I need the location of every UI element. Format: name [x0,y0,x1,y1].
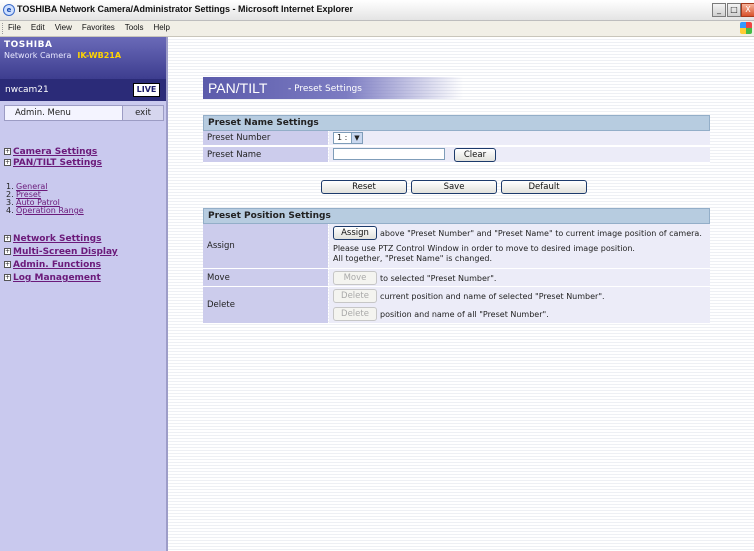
preset-number-row: Preset Number 1 : ▼ [203,131,710,146]
maximize-button[interactable]: □ [727,3,741,17]
menu-bar: File Edit View Favorites Tools Help [0,21,754,37]
submenu-number: 4. [6,206,14,215]
chevron-down-icon[interactable]: ▼ [351,133,362,143]
assign-row: Assign Assign above "Preset Number" and … [203,224,710,269]
exit-button[interactable]: exit [122,106,163,120]
windows-logo-icon [740,22,752,34]
nav-multi-screen-label[interactable]: Multi-Screen Display [13,247,118,257]
assign-description: above "Preset Number" and "Preset Name" … [380,229,702,238]
delete-current-button[interactable]: Delete [333,289,377,303]
brand-logo: TOSHIBA [4,40,53,50]
menu-edit[interactable]: Edit [31,23,45,32]
minimize-button[interactable]: _ [712,3,726,17]
nav-log-management[interactable]: + Log Management [4,273,101,283]
page-title-sub: - Preset Settings [288,84,362,94]
nav-network-settings[interactable]: + Network Settings [4,234,101,244]
admin-menu-label: Admin. Menu [15,108,71,118]
expand-icon: + [4,248,11,255]
nav-camera-settings[interactable]: + Camera Settings [4,147,97,157]
assign-cell: Assign above "Preset Number" and "Preset… [329,224,710,268]
nav-camera-settings-label[interactable]: Camera Settings [13,147,97,157]
menu-file[interactable]: File [8,23,21,32]
live-button[interactable]: LIVE [133,83,160,97]
move-button[interactable]: Move [333,271,377,285]
assign-label: Assign [203,224,328,268]
move-label: Move [203,269,328,286]
preset-number-label: Preset Number [203,131,328,145]
clear-button[interactable]: Clear [454,148,496,162]
nav-pantilt-settings[interactable]: + PAN/TILT Settings [4,158,102,168]
expand-icon: + [4,159,11,166]
nav-pantilt-settings-label[interactable]: PAN/TILT Settings [13,158,102,168]
preset-position-section-title: Preset Position Settings [203,208,710,224]
expand-icon: + [4,274,11,281]
delete-current-description: current position and name of selected "P… [380,292,605,301]
close-button[interactable]: X [741,3,754,17]
expand-icon: + [4,148,11,155]
ie-icon: e [3,4,15,16]
pantilt-submenu: 1. General 2. Preset 3. Auto Patrol 4. Opera… [6,183,84,215]
submenu-link[interactable]: Operation Range [16,206,84,215]
reset-button[interactable]: Reset [321,180,407,194]
label-text: Move [207,272,230,283]
select-value: 1 : [337,133,348,142]
menu-view[interactable]: View [55,23,72,32]
submenu-item-operation-range[interactable]: 4. Operation Range [6,207,84,215]
delete-row: Delete Delete current position and name … [203,287,710,324]
nav-network-settings-label[interactable]: Network Settings [13,234,101,244]
delete-label: Delete [203,287,328,323]
label-text: Assign [207,241,235,251]
preset-name-input[interactable] [333,148,445,160]
nav-multi-screen[interactable]: + Multi-Screen Display [4,247,118,257]
product-label: Network Camera [4,51,72,60]
admin-menu-row: Admin. Menu exit [4,105,164,121]
move-row: Move Move to selected "Preset Number". [203,269,710,287]
delete-cell: Delete current position and name of sele… [329,287,710,323]
product-name: Network Camera IK-WB21A [4,51,121,60]
save-button[interactable]: Save [411,180,497,194]
preset-name-label: Preset Name [203,147,328,162]
window-title: TOSHIBA Network Camera/Administrator Set… [17,4,354,14]
nav-admin-functions-label[interactable]: Admin. Functions [13,260,101,270]
menu-help[interactable]: Help [153,23,169,32]
expand-icon: + [4,235,11,242]
default-button[interactable]: Default [501,180,587,194]
preset-name-cell: Clear [329,147,710,162]
label-text: Preset Number [207,133,271,143]
delete-all-description: position and name of all "Preset Number"… [380,310,549,319]
assign-note-2: All together, "Preset Name" is changed. [333,254,492,263]
menu-favorites[interactable]: Favorites [82,23,115,32]
preset-number-select[interactable]: 1 : ▼ [333,132,363,144]
nav-log-management-label[interactable]: Log Management [13,273,101,283]
assign-note-1: Please use PTZ Control Window in order t… [333,244,635,253]
page-title: PAN/TILT - Preset Settings [203,77,463,99]
sidebar: TOSHIBA Network Camera IK-WB21A nwcam21 L… [0,37,168,551]
toolbar-grip [2,23,5,34]
section-title-text: Preset Name Settings [208,118,319,128]
section-title-text: Preset Position Settings [208,211,331,221]
label-text: Preset Name [207,149,262,160]
page-title-main: PAN/TILT [208,80,268,96]
model-number: IK-WB21A [77,51,122,60]
window-title-bar: e TOSHIBA Network Camera/Administrator S… [0,0,754,21]
preset-number-cell: 1 : ▼ [329,131,710,145]
label-text: Delete [207,300,235,310]
assign-button[interactable]: Assign [333,226,377,240]
camera-row: nwcam21 LIVE [0,79,166,101]
main-content: PAN/TILT - Preset Settings Preset Name S… [168,37,754,551]
expand-icon: + [4,261,11,268]
preset-name-section-title: Preset Name Settings [203,115,710,131]
menu-tools[interactable]: Tools [125,23,144,32]
delete-all-button[interactable]: Delete [333,307,377,321]
preset-name-row: Preset Name Clear [203,147,710,163]
nav-admin-functions[interactable]: + Admin. Functions [4,260,101,270]
brand-header: TOSHIBA Network Camera IK-WB21A [0,37,166,79]
move-description: to selected "Preset Number". [380,274,497,283]
move-cell: Move to selected "Preset Number". [329,269,710,286]
camera-name: nwcam21 [5,85,49,95]
